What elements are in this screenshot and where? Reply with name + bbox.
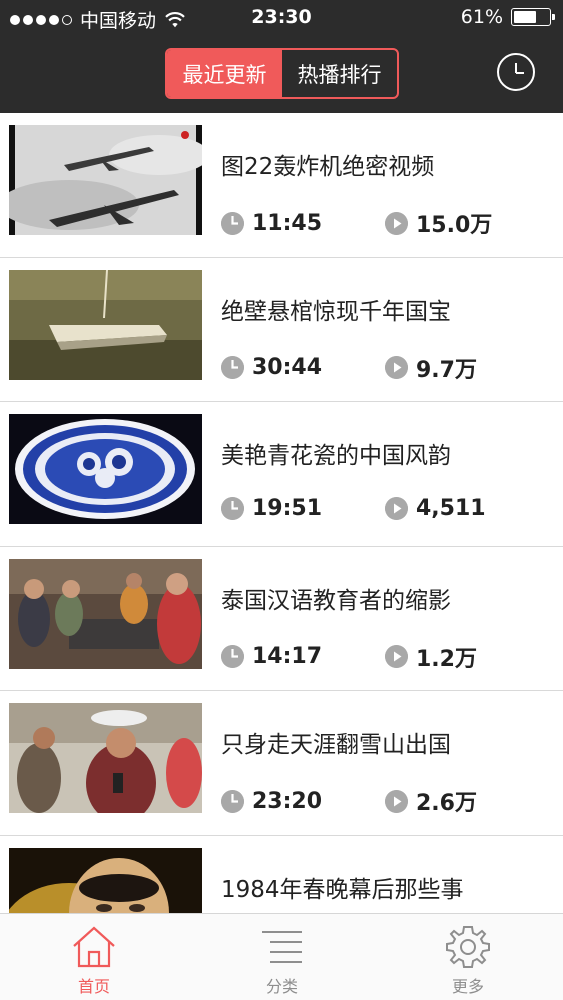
video-meta: 30:44 9.7万 [221,352,477,384]
video-list: 图22轰炸机绝密视频 11:45 15.0万 绝壁悬棺惊现千年国宝 30:44 … [0,113,563,913]
tab-recent-updates[interactable]: 最近更新 [167,50,282,97]
video-views: 9.7万 [416,357,477,383]
list-item[interactable]: 1984年春晚幕后那些事 [0,836,563,913]
list-item[interactable]: 只身走天涯翻雪山出国 23:20 2.6万 [0,691,563,836]
home-icon [73,926,115,968]
list-item[interactable]: 绝壁悬棺惊现千年国宝 30:44 9.7万 [0,258,563,403]
video-meta: 14:17 1.2万 [221,641,477,673]
video-thumbnail[interactable] [9,269,202,380]
list-item[interactable]: 泰国汉语教育者的缩影 14:17 1.2万 [0,547,563,692]
video-thumbnail[interactable] [9,414,202,525]
clock-icon [515,63,524,74]
video-title[interactable]: 绝壁悬棺惊现千年国宝 [221,292,451,326]
video-title[interactable]: 美艳青花瓷的中国风韵 [221,436,451,470]
status-right: 61% [460,6,555,28]
video-duration: 14:17 [252,644,323,670]
video-title[interactable]: 只身走天涯翻雪山出国 [221,725,451,759]
play-icon [385,211,408,235]
video-duration: 11:45 [252,210,323,236]
video-meta: 11:45 15.0万 [221,207,492,239]
video-thumbnail[interactable] [9,558,202,669]
clock-icon [221,211,244,235]
list-item[interactable]: 图22轰炸机绝密视频 11:45 15.0万 [0,113,563,258]
segmented-control: 最近更新 热播排行 [165,48,399,99]
video-title[interactable]: 图22轰炸机绝密视频 [221,147,434,181]
video-title[interactable]: 泰国汉语教育者的缩影 [221,581,451,615]
clock-icon [221,645,244,669]
clock-icon [221,356,244,380]
gear-icon [446,926,490,968]
video-thumbnail[interactable] [9,847,202,913]
top-bar: 中国移动 23:30 61% 最近更新 热播排行 [0,0,563,113]
video-meta: 23:20 2.6万 [221,785,477,817]
video-views: 1.2万 [416,646,477,672]
video-duration: 23:20 [252,788,323,814]
list-item[interactable]: 美艳青花瓷的中国风韵 19:51 4,511 [0,402,563,547]
play-icon [385,789,408,813]
play-icon [385,356,408,380]
video-views: 2.6万 [416,791,477,817]
clock-icon [221,497,244,521]
battery-icon [511,8,555,26]
bottom-tab-bar: 首页 分类 更多 [0,913,563,1000]
tab-home[interactable]: 首页 [34,914,154,1000]
tab-more[interactable]: 更多 [408,914,528,1000]
status-bar: 中国移动 23:30 61% [0,0,563,38]
clock-icon [221,789,244,813]
tab-category-label: 分类 [265,977,298,996]
tab-home-label: 首页 [77,977,110,996]
video-views: 15.0万 [416,213,493,238]
tab-more-label: 更多 [451,977,484,996]
history-button[interactable] [497,53,535,91]
list-icon [262,931,302,963]
video-duration: 19:51 [252,496,323,522]
play-icon [385,497,408,521]
video-thumbnail[interactable] [9,703,202,814]
battery-percent: 61% [460,6,503,28]
video-meta: 19:51 4,511 [221,496,486,521]
tab-category[interactable]: 分类 [222,914,342,1000]
video-thumbnail[interactable] [9,125,202,235]
video-views: 4,511 [416,496,486,522]
video-title[interactable]: 1984年春晚幕后那些事 [221,870,464,904]
tab-hot-ranking[interactable]: 热播排行 [282,50,397,97]
video-duration: 30:44 [252,355,323,381]
play-icon [385,645,408,669]
